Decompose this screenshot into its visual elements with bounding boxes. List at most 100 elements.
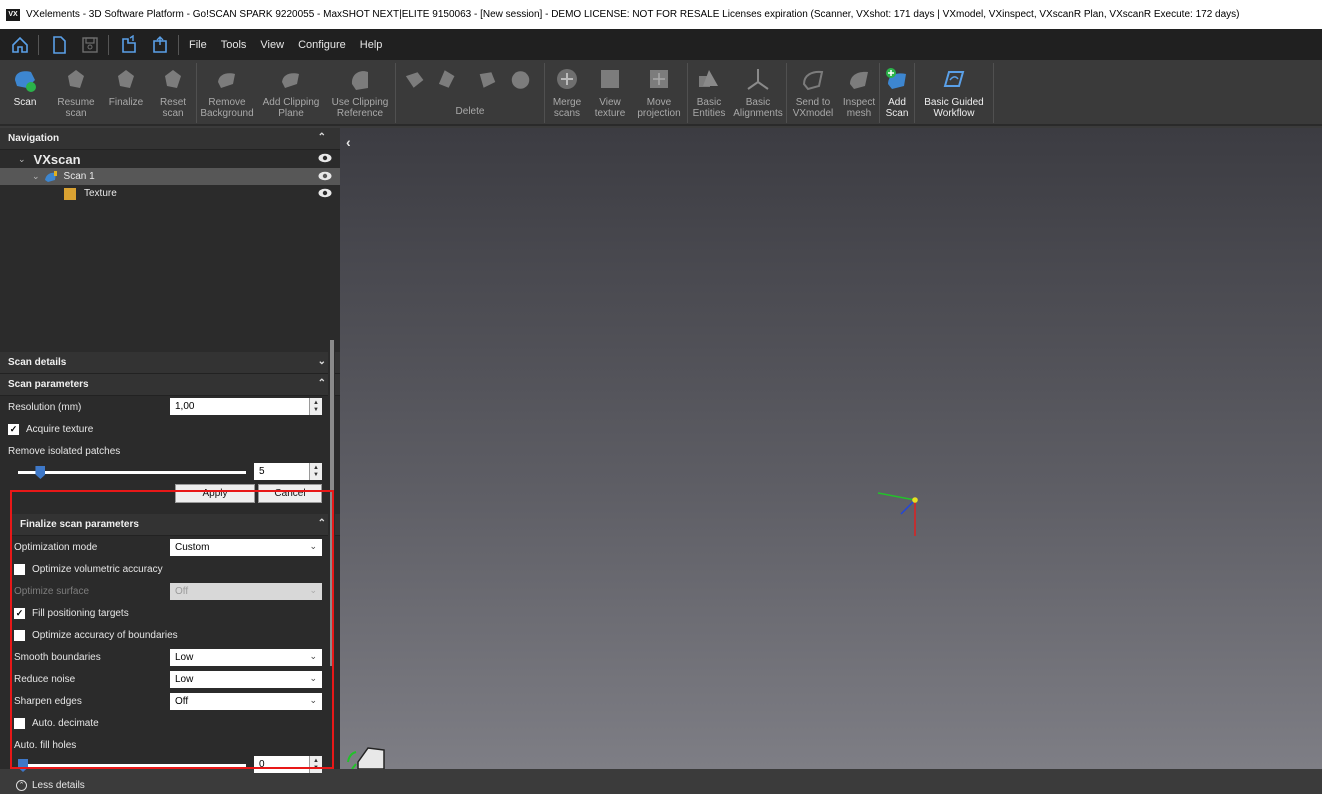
use-clipping-reference-button[interactable]: Use Clipping Reference (325, 60, 395, 126)
optimize-boundaries-checkbox[interactable] (14, 629, 25, 641)
delete-button-group[interactable]: Delete (396, 60, 544, 126)
scan-parameters-header[interactable]: Scan parameters ⌃ (0, 374, 340, 396)
auto-fill-holes-spinner[interactable]: ▲ ▼ (309, 756, 322, 773)
optimize-volumetric-checkbox[interactable] (14, 563, 25, 575)
chevron-down-icon: ⌄ (309, 585, 317, 595)
ribbon-separator (993, 63, 994, 123)
fill-targets-checkbox[interactable]: ✓ (14, 607, 25, 619)
remove-isolated-slider[interactable] (18, 466, 246, 479)
sharpen-edges-select[interactable]: Off ⌄ (170, 693, 322, 710)
expand-chevron-icon[interactable]: ⌄ (18, 154, 26, 165)
navigation-title: Navigation (8, 133, 60, 144)
navigation-tree: ⌄ VXscan ⌄ Scan 1 Texture (0, 150, 340, 346)
optimization-mode-select[interactable]: Custom ⌄ (170, 539, 322, 556)
projection-icon (650, 70, 668, 88)
view-texture-label: View texture (594, 97, 626, 119)
finalize-parameters-header[interactable]: Finalize scan parameters ⌃ (12, 514, 340, 536)
tree-item-scan-1[interactable]: ⌄ Scan 1 (0, 168, 340, 185)
scan-details-title: Scan details (8, 357, 67, 368)
acquire-texture-row[interactable]: ✓ Acquire texture (0, 418, 340, 440)
menu-view[interactable]: View (260, 39, 284, 51)
view-texture-button[interactable]: View texture (589, 60, 631, 126)
scan-button[interactable]: Scan (0, 60, 50, 126)
finalize-label: Finalize (108, 97, 144, 108)
tree-item-vxscan[interactable]: ⌄ VXscan (0, 150, 340, 168)
visibility-eye-icon[interactable] (318, 153, 332, 163)
auto-fill-holes-input[interactable]: 0 ▲ ▼ (254, 756, 322, 773)
chevron-up-icon[interactable]: ⌃ (318, 378, 326, 389)
collapse-panel-icon[interactable]: ‹ (346, 134, 351, 150)
chevron-down-icon: ⌄ (309, 651, 317, 661)
chevron-down-icon[interactable]: ⌄ (318, 356, 326, 367)
new-icon[interactable] (48, 34, 70, 56)
apply-button[interactable]: Apply (175, 484, 255, 503)
resolution-spinner[interactable]: ▲ ▼ (309, 398, 322, 415)
scan-details-header[interactable]: Scan details ⌄ (0, 352, 340, 374)
auto-decimate-row[interactable]: Auto. decimate (0, 712, 340, 734)
remove-isolated-row: Remove isolated patches (0, 440, 340, 462)
chevron-down-icon: ⌄ (309, 695, 317, 705)
auto-fill-holes-slider[interactable] (18, 759, 246, 772)
3d-viewport[interactable] (340, 128, 1322, 769)
chevron-up-icon[interactable]: ⌃ (318, 132, 326, 143)
menu-help[interactable]: Help (360, 39, 383, 51)
optimization-mode-row: Optimization mode Custom ⌄ (0, 536, 340, 558)
add-scan-icon (886, 68, 906, 89)
tree-item-texture[interactable]: Texture (0, 185, 340, 202)
basic-entities-button[interactable]: Basic Entities (688, 60, 730, 126)
menu-file[interactable]: File (189, 39, 207, 51)
menu-tools[interactable]: Tools (221, 39, 247, 51)
menu-bar: File Tools View Configure Help (0, 29, 1322, 60)
remove-isolated-input[interactable]: 5 ▲ ▼ (254, 463, 322, 480)
merge-scans-button[interactable]: Merge scans (545, 60, 589, 126)
scrollbar-thumb[interactable] (330, 340, 334, 666)
view-cube-icon (347, 747, 385, 769)
reduce-noise-select[interactable]: Low ⌄ (170, 671, 322, 688)
optimize-volumetric-row[interactable]: Optimize volumetric accuracy (0, 558, 340, 580)
chevron-up-icon[interactable]: ⌃ (318, 518, 326, 529)
move-projection-button[interactable]: Move projection (631, 60, 687, 126)
reset-scan-button[interactable]: Reset scan (150, 60, 196, 126)
collapse-circle-icon: ⌃ (16, 779, 27, 791)
add-clipping-plane-button[interactable]: Add Clipping Plane (257, 60, 325, 126)
resolution-label: Resolution (mm) (8, 401, 82, 413)
acquire-texture-checkbox[interactable]: ✓ (8, 423, 19, 435)
auto-fill-holes-value: 0 (259, 759, 265, 770)
remove-isolated-spinner[interactable]: ▲ ▼ (309, 463, 322, 480)
resume-scan-button[interactable]: Resume scan (50, 60, 102, 126)
resolution-value: 1,00 (175, 401, 195, 412)
slider-thumb[interactable] (18, 759, 28, 772)
send-to-vxmodel-button[interactable]: Send to VXmodel (787, 60, 839, 126)
tree-item-label: Texture (84, 188, 117, 199)
save-session-icon[interactable] (149, 34, 171, 56)
home-icon[interactable] (9, 34, 31, 56)
expand-chevron-icon[interactable]: ⌄ (32, 171, 40, 182)
resolution-row: Resolution (mm) 1,00 ▲ ▼ (0, 396, 340, 418)
slider-thumb[interactable] (35, 466, 46, 479)
smooth-boundaries-select[interactable]: Low ⌄ (170, 649, 322, 666)
remove-background-button[interactable]: Remove Background (197, 60, 257, 126)
finalize-button[interactable]: Finalize (102, 60, 150, 126)
tree-item-label: Scan 1 (63, 171, 95, 182)
inspect-mesh-label: Inspect mesh (842, 97, 876, 119)
add-scan-button[interactable]: Add Scan (880, 60, 914, 126)
resolution-input[interactable]: 1,00 ▲ ▼ (170, 398, 322, 415)
save-icon[interactable] (79, 34, 101, 56)
menu-configure[interactable]: Configure (298, 39, 346, 51)
inspect-mesh-button[interactable]: Inspect mesh (839, 60, 879, 126)
cancel-button[interactable]: Cancel (258, 484, 322, 503)
navigation-header[interactable]: Navigation ⌃ (0, 128, 340, 150)
scan-parameters-title: Scan parameters (8, 379, 89, 390)
sharpen-edges-label: Sharpen edges (14, 695, 82, 707)
optimize-boundaries-row[interactable]: Optimize accuracy of boundaries (0, 624, 340, 646)
less-details-link[interactable]: ⌃ Less details (0, 776, 340, 794)
open-session-icon[interactable] (118, 34, 140, 56)
fill-targets-row[interactable]: ✓ Fill positioning targets (0, 602, 340, 624)
viewport-canvas (347, 492, 918, 769)
auto-decimate-checkbox[interactable] (14, 717, 25, 729)
visibility-eye-icon[interactable] (318, 171, 332, 181)
basic-alignments-button[interactable]: Basic Alignments (730, 60, 786, 126)
basic-guided-workflow-button[interactable]: Basic Guided Workflow (915, 60, 993, 126)
ribbon-toolbar: Scan Resume scan Finalize Reset scan Rem… (0, 60, 1322, 126)
visibility-eye-icon[interactable] (318, 188, 332, 198)
